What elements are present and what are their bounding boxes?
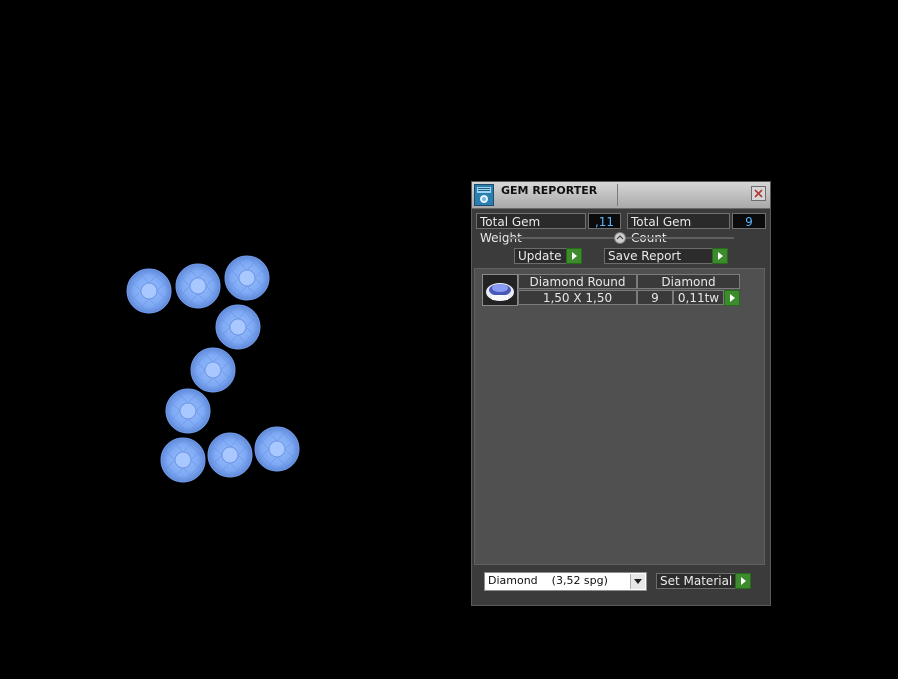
total-gem-weight-label: Total Gem Weight — [476, 213, 586, 245]
report-cell-weight: 0,11tw — [673, 290, 724, 305]
save-report-button[interactable]: Save Report — [604, 248, 728, 264]
gem-diamond[interactable] — [126, 268, 172, 314]
set-material-button[interactable]: Set Material — [656, 573, 751, 589]
report-cell-count: 9 — [637, 290, 673, 305]
title-separator — [617, 184, 618, 206]
gem-diamond[interactable] — [215, 304, 261, 350]
gem-report-list[interactable]: Diamond Round Diamond 1,50 X 1,50 9 0,11… — [474, 268, 765, 565]
gem-diamond[interactable] — [175, 263, 221, 309]
gem-diamond[interactable] — [190, 347, 236, 393]
save-report-button-label: Save Report — [608, 249, 682, 263]
play-icon — [735, 573, 751, 589]
gem-diamond[interactable] — [160, 437, 206, 483]
update-button-label: Update — [518, 249, 562, 263]
slider-handle[interactable] — [614, 232, 626, 244]
close-button[interactable] — [751, 186, 766, 201]
gem-reporter-panel: GEM REPORTER Total Gem Weight ,11 Total … — [471, 181, 771, 606]
gem-diamond[interactable] — [254, 426, 300, 472]
gem-diamond[interactable] — [207, 432, 253, 478]
gem-reporter-app-icon — [474, 184, 494, 206]
gem-diamond[interactable] — [165, 388, 211, 434]
row-expand-button[interactable] — [724, 290, 740, 306]
material-select[interactable]: Diamond (3,52 spg) — [484, 572, 647, 591]
gem-thumbnail — [482, 274, 518, 306]
chevron-down-icon[interactable] — [630, 574, 645, 589]
update-button[interactable]: Update — [514, 248, 582, 264]
report-header-shape: Diamond Round — [518, 274, 637, 289]
report-header-material: Diamond — [637, 274, 740, 289]
total-gem-count-label: Total Gem Count — [627, 213, 730, 245]
report-cell-size: 1,50 X 1,50 — [518, 290, 637, 305]
window-title: GEM REPORTER — [501, 184, 598, 197]
play-icon — [566, 248, 582, 264]
gem-diamond[interactable] — [224, 255, 270, 301]
material-select-value: Diamond (3,52 spg) — [488, 574, 608, 587]
play-icon — [712, 248, 728, 264]
gem-cluster — [126, 255, 300, 483]
title-bar[interactable]: GEM REPORTER — [472, 182, 770, 209]
set-material-button-label: Set Material — [660, 574, 733, 588]
close-icon — [754, 189, 763, 198]
chevron-up-icon — [616, 235, 624, 240]
total-gem-count-value: 9 — [732, 213, 766, 229]
total-gem-weight-value: ,11 — [588, 213, 621, 229]
